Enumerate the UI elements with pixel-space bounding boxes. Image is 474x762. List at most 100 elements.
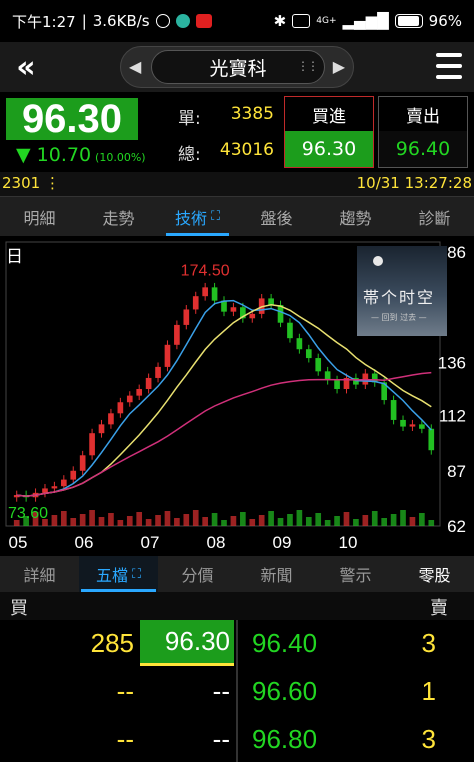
sell-button[interactable]: 賣出 96.40 <box>378 96 468 168</box>
app-header: « ◀ 光寶科 ⋮⋮ ▶ <box>0 42 474 92</box>
tab-alerts[interactable]: 警示 <box>316 556 395 592</box>
volume-bar <box>343 512 350 526</box>
menu-icon[interactable] <box>436 53 462 79</box>
mute-icon <box>155 14 170 28</box>
buy-button[interactable]: 買進 96.30 <box>284 96 374 168</box>
volume-bar <box>305 517 312 526</box>
max-price-label: 174.50 <box>181 262 230 279</box>
quote-datetime: 10/31 13:27:28 <box>356 174 472 192</box>
candle-body <box>98 424 105 434</box>
candle-body <box>42 488 48 493</box>
candle-body <box>174 324 180 345</box>
battery-level: 96% <box>428 12 462 30</box>
volume-bar <box>334 516 340 526</box>
bid-level-price[interactable]: 96.30 <box>140 620 234 666</box>
buy-label: 買進 <box>285 97 373 131</box>
order-book-row: 285 96.30 96.40 3 <box>0 620 474 668</box>
last-price: 96.30 <box>6 97 138 141</box>
tab-technical[interactable]: 技術 ⛶ <box>158 197 237 236</box>
ask-quantity[interactable]: 3 <box>380 716 460 762</box>
expand-icon: ⛶ <box>210 209 221 224</box>
volume-bar <box>268 511 274 526</box>
ask-level-price[interactable]: 96.40 <box>252 620 352 666</box>
volume-bar <box>419 513 425 526</box>
candle-body <box>268 298 274 306</box>
stock-code[interactable]: 2301 ⋮ <box>2 174 60 192</box>
tab-info[interactable]: 詳細 <box>0 556 79 592</box>
previous-stock-icon[interactable]: ◀ <box>129 57 141 76</box>
candle-body <box>315 358 322 372</box>
candle-body <box>89 433 95 456</box>
bid-quantity[interactable]: -- <box>40 716 134 762</box>
thumbnail-title: 帯个时空 <box>363 288 436 307</box>
x-tick-label: 05 <box>9 533 28 552</box>
volume-bar <box>362 515 369 526</box>
ask-quantity[interactable]: 3 <box>380 620 460 666</box>
price-change-percent: (10.00%) <box>95 151 146 164</box>
tab-odd-lot[interactable]: 零股 <box>395 556 474 592</box>
stock-switcher[interactable]: ◀ 光寶科 ⋮⋮ ▶ <box>120 46 354 88</box>
candle-body <box>296 338 303 350</box>
bid-price: 96.30 <box>285 131 373 167</box>
status-speed: 3.6KB/s <box>92 12 150 30</box>
candle-body <box>324 371 331 381</box>
volume-bar <box>258 515 265 526</box>
ask-quantity[interactable]: 1 <box>380 668 460 714</box>
app-notification-icon <box>175 14 190 28</box>
tab-trend-analysis[interactable]: 趨勢 <box>316 197 395 236</box>
ask-level-price[interactable]: 96.80 <box>252 716 352 762</box>
volume-bar <box>117 520 124 526</box>
tab-price-volume[interactable]: 分價 <box>158 556 237 592</box>
volume-bar <box>155 515 161 526</box>
moving-average-line <box>16 371 432 497</box>
stock-list-icon[interactable]: ⋮⋮ <box>297 59 319 73</box>
battery-icon <box>394 14 423 28</box>
candle-body <box>419 424 425 429</box>
volume-bar <box>315 513 322 526</box>
floating-video-thumbnail[interactable]: 帯个时空 — 回到 过去 — <box>357 246 447 336</box>
technical-chart[interactable]: 186 136 112 87 62 174.50 73.60 05 06 07 08 09 10 日 帯… <box>0 236 474 556</box>
single-volume-label: 單: <box>178 109 201 129</box>
tab-after-hours[interactable]: 盤後 <box>237 197 316 236</box>
candle-body <box>155 366 161 378</box>
volume-bar <box>211 513 218 526</box>
candle-body <box>117 402 124 414</box>
signal-icon: ▂▄▆█ <box>342 12 389 30</box>
volume-bar <box>249 519 256 526</box>
candle-body <box>126 395 133 403</box>
sell-column-label: 賣 <box>430 598 448 619</box>
bid-quantity[interactable]: 285 <box>40 620 134 666</box>
tab-technical-label: 技術 <box>174 208 207 228</box>
bid-quantity[interactable]: -- <box>40 668 134 714</box>
volume-bar <box>108 513 114 526</box>
bid-level-price[interactable]: -- <box>140 716 234 762</box>
tab-news[interactable]: 新聞 <box>237 556 316 592</box>
price-change-value: ▼ 10.70 <box>16 144 92 166</box>
next-stock-icon[interactable]: ▶ <box>333 57 345 76</box>
tab-diagnosis[interactable]: 診斷 <box>395 197 474 236</box>
hd-icon <box>292 14 311 28</box>
x-tick-label: 07 <box>141 533 160 552</box>
bid-level-price[interactable]: -- <box>140 668 234 714</box>
volume-bar <box>60 511 67 526</box>
tab-trend[interactable]: 走勢 <box>79 197 158 236</box>
ask-level-price[interactable]: 96.60 <box>252 668 352 714</box>
double-chevron-left-icon: « <box>16 49 36 85</box>
candle-body <box>79 455 86 471</box>
candle-body <box>334 380 340 389</box>
candle-body <box>202 287 208 297</box>
candle-body <box>108 413 114 425</box>
tab-details[interactable]: 明細 <box>0 197 79 236</box>
y-tick-label: 62 <box>447 517 466 536</box>
expand-icon: ⛶ <box>131 566 142 582</box>
candle-body <box>211 287 218 301</box>
volume-bar <box>296 510 303 526</box>
candle-body <box>305 349 312 359</box>
tab-five-levels[interactable]: 五檔 ⛶ <box>79 556 158 592</box>
ask-price: 96.40 <box>379 131 467 167</box>
back-button[interactable]: « <box>6 48 46 86</box>
candle-body <box>287 322 293 339</box>
volume-bar <box>353 519 359 526</box>
volume-bar <box>126 516 133 526</box>
period-label[interactable]: 日 <box>6 242 23 267</box>
